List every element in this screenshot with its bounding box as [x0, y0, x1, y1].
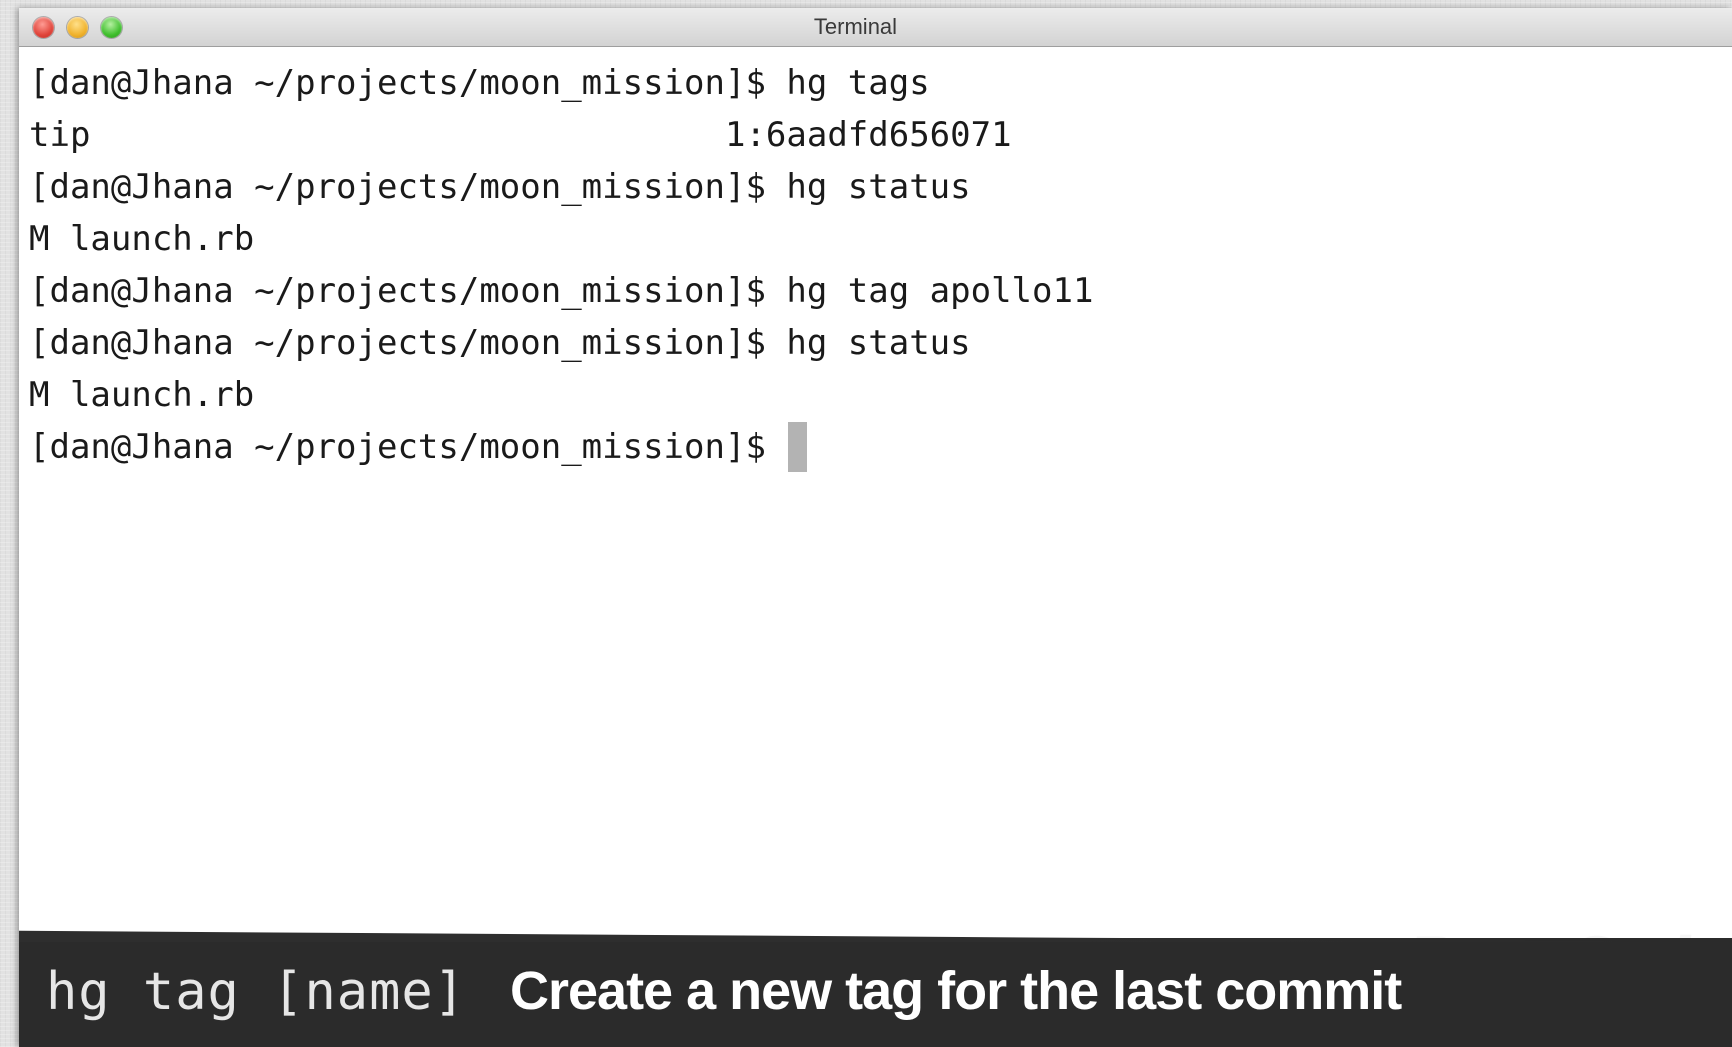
- caption: hg tag [name] Create a new tag for the l…: [46, 960, 1402, 1022]
- terminal-line: M launch.rb: [29, 375, 255, 415]
- terminal-line: [dan@Jhana ~/projects/moon_mission]$ hg …: [29, 271, 1094, 311]
- terminal-window: Terminal [dan@Jhana ~/projects/moon_miss…: [19, 8, 1732, 1047]
- window-title: Terminal: [813, 14, 898, 39]
- terminal-line: [dan@Jhana ~/projects/moon_mission]$ hg …: [29, 323, 971, 363]
- text-cursor: [788, 421, 808, 472]
- terminal-line: [dan@Jhana ~/projects/moon_mission]$ hg …: [29, 167, 971, 207]
- terminal-line: tip 1:6aadfd656071: [29, 115, 1012, 155]
- terminal-line: M launch.rb: [29, 219, 255, 259]
- caption-description: Create a new tag for the last commit: [510, 961, 1402, 1021]
- terminal-line: [dan@Jhana ~/projects/moon_mission]$ hg …: [29, 63, 930, 103]
- caption-command: hg tag [name]: [46, 962, 466, 1022]
- terminal-prompt: [dan@Jhana ~/projects/moon_mission]$: [29, 427, 787, 467]
- terminal-output[interactable]: [dan@Jhana ~/projects/moon_mission]$ hg …: [19, 47, 1732, 1047]
- screen: Terminal [dan@Jhana ~/projects/moon_miss…: [0, 0, 1732, 1047]
- caption-bar: hg tag [name] Create a new tag for the l…: [19, 938, 1732, 1047]
- terminal-prompt-line[interactable]: [dan@Jhana ~/projects/moon_mission]$: [29, 421, 1722, 473]
- title-bar[interactable]: Terminal: [19, 8, 1732, 47]
